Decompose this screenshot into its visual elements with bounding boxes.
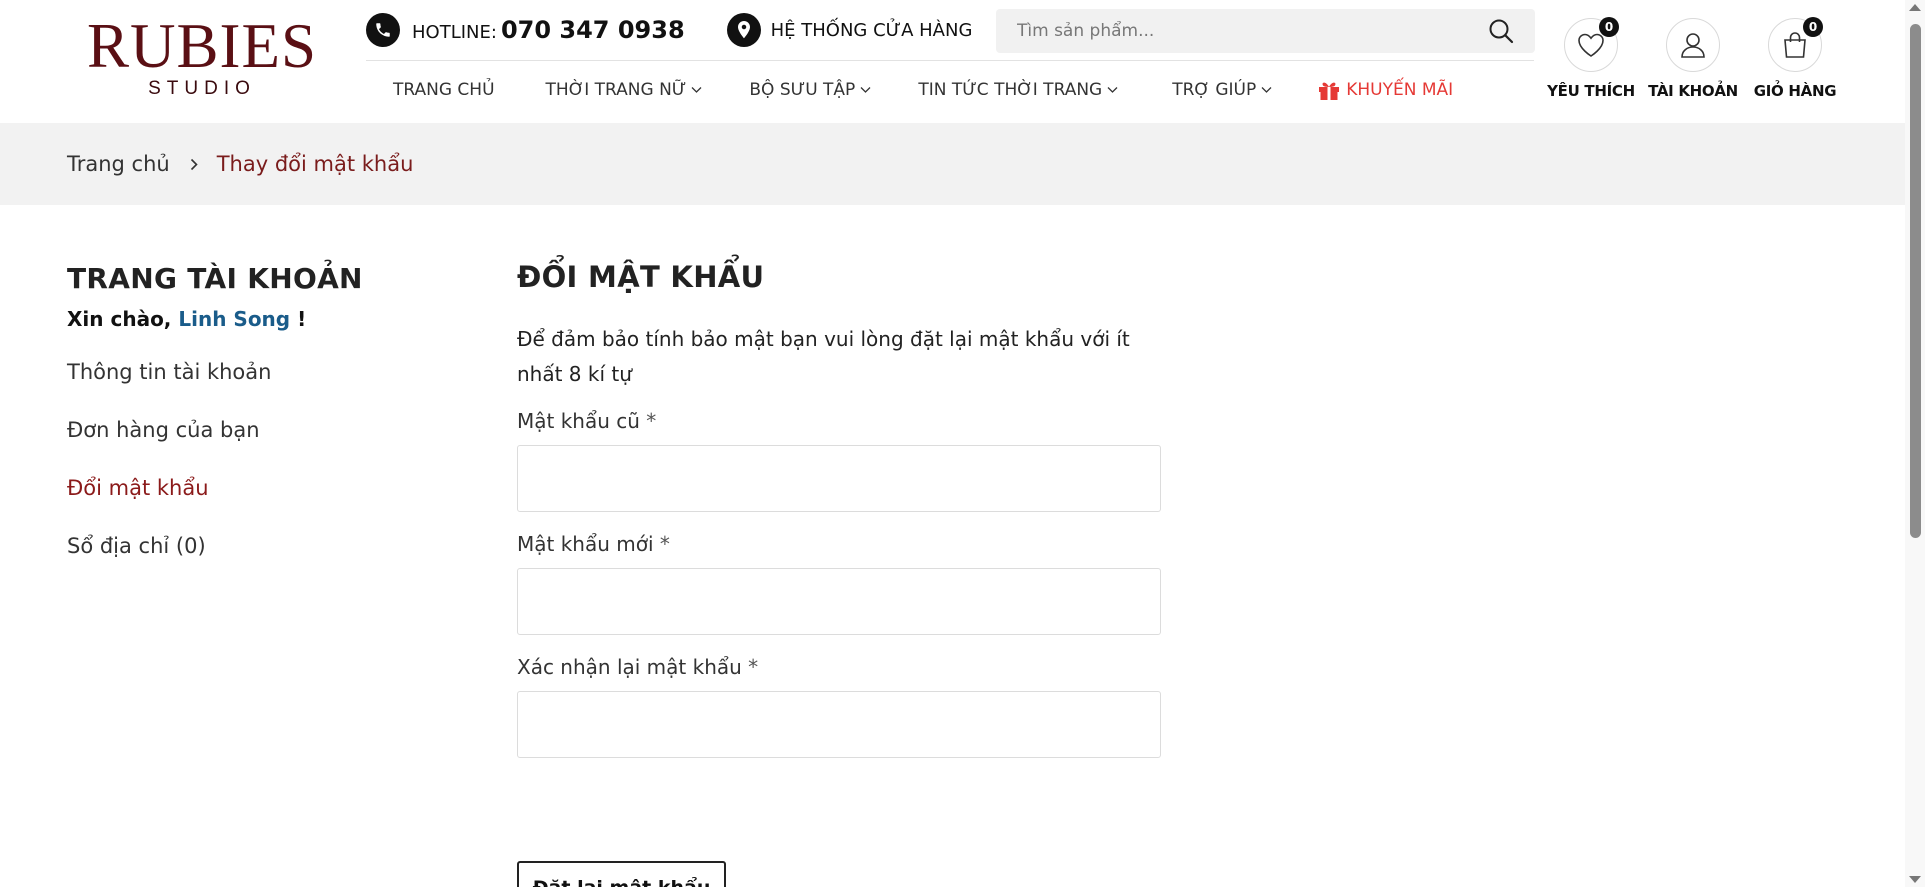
confirm-password-label: Xác nhận lại mật khẩu * xyxy=(517,655,1161,679)
brand-logo[interactable]: RUBIES STUDIO xyxy=(66,11,338,100)
phone-icon xyxy=(366,13,400,47)
old-password-field[interactable] xyxy=(517,445,1161,512)
user-name: Linh Song xyxy=(178,307,291,331)
search-box xyxy=(996,9,1535,53)
required-mark: * xyxy=(646,409,657,433)
account-shortcuts: 0 YÊU THÍCH TÀI KHOẢN 0 GIỎ HÀNG xyxy=(1540,17,1846,100)
breadcrumb-home-link[interactable]: Trang chủ xyxy=(67,152,170,176)
confirm-password-label-text: Xác nhận lại mật khẩu xyxy=(517,655,742,679)
page-title: ĐỔI MẬT KHẨU xyxy=(517,260,765,294)
account-label: TÀI KHOẢN xyxy=(1648,82,1738,100)
nav-item-fashion-news[interactable]: TIN TỨC THỜI TRANG xyxy=(918,80,1118,100)
cart-button[interactable]: 0 GIỎ HÀNG xyxy=(1744,17,1846,100)
wishlist-count-badge: 0 xyxy=(1599,17,1619,37)
topbar-divider xyxy=(366,60,1534,61)
account-sidebar: TRANG TÀI KHOẢN Xin chào, Linh Song ! Th… xyxy=(67,262,447,592)
main-nav: TRANG CHỦ THỜI TRANG NỮ BỘ SƯU TẬP TIN T… xyxy=(366,74,1453,106)
store-locator-link[interactable]: HỆ THỐNG CỬA HÀNG xyxy=(726,13,973,47)
account-circle xyxy=(1666,18,1720,72)
confirm-password-field[interactable] xyxy=(517,691,1161,758)
scroll-down-arrow-icon[interactable] xyxy=(1909,876,1921,883)
chevron-down-icon xyxy=(860,87,871,93)
sidebar-title: TRANG TÀI KHOẢN xyxy=(67,262,363,295)
field-spacer xyxy=(517,635,1161,655)
breadcrumb-current: Thay đổi mật khẩu xyxy=(216,152,414,176)
chevron-right-icon xyxy=(190,158,199,171)
logo-wordmark: RUBIES xyxy=(86,11,318,81)
greeting-suffix: ! xyxy=(297,307,307,331)
breadcrumb: Trang chủ Thay đổi mật khẩu xyxy=(0,123,1905,205)
nav-item-promotions[interactable]: KHUYẾN MÃI xyxy=(1317,79,1453,101)
greeting-prefix: Xin chào, xyxy=(67,307,172,331)
nav-item-label: BỘ SƯU TẬP xyxy=(749,80,856,100)
wishlist-button[interactable]: 0 YÊU THÍCH xyxy=(1540,17,1642,100)
sidebar-item-orders[interactable]: Đơn hàng của bạn xyxy=(67,418,447,476)
required-mark: * xyxy=(748,655,759,679)
cart-count-badge: 0 xyxy=(1803,17,1823,37)
hotline-number: 070 347 0938 xyxy=(500,16,685,44)
hotline-text: HOTLINE: 070 347 0938 xyxy=(412,16,685,44)
wishlist-label: YÊU THÍCH xyxy=(1547,82,1635,100)
chevron-down-icon xyxy=(1261,87,1272,93)
nav-item-label: TIN TỨC THỜI TRANG xyxy=(918,80,1103,100)
wishlist-circle: 0 xyxy=(1564,17,1619,72)
nav-item-collections[interactable]: BỘ SƯU TẬP xyxy=(749,80,871,100)
cart-circle: 0 xyxy=(1768,17,1823,72)
form-description: Để đảm bảo tính bảo mật bạn vui lòng đặt… xyxy=(517,327,1130,386)
logo-subtitle: STUDIO xyxy=(148,78,256,99)
sidebar-item-change-password[interactable]: Đổi mật khẩu xyxy=(67,476,447,534)
reset-password-button[interactable]: Đặt lại mật khẩu xyxy=(517,861,726,887)
nav-item-women-fashion[interactable]: THỜI TRANG NỮ xyxy=(546,80,703,100)
sidebar-item-account-info[interactable]: Thông tin tài khoản xyxy=(67,360,447,418)
page-scrollbar[interactable] xyxy=(1905,0,1925,887)
gift-icon xyxy=(1319,82,1340,100)
heart-icon xyxy=(1578,33,1604,57)
change-password-form: ĐỔI MẬT KHẨU Để đảm bảo tính bảo mật bạn… xyxy=(517,260,1161,887)
sidebar-item-address-book[interactable]: Sổ địa chỉ (0) xyxy=(67,534,447,592)
required-mark: * xyxy=(659,532,670,556)
nav-item-home[interactable]: TRANG CHỦ xyxy=(393,80,495,100)
site-header: RUBIES STUDIO HOTLINE: 070 347 0938 HỆ TH… xyxy=(0,0,1905,123)
cart-label: GIỎ HÀNG xyxy=(1753,82,1837,100)
scrollbar-thumb[interactable] xyxy=(1910,24,1921,538)
new-password-field[interactable] xyxy=(517,568,1161,635)
chevron-down-icon xyxy=(691,87,702,93)
old-password-label: Mật khẩu cũ * xyxy=(517,409,1161,433)
nav-promo-label: KHUYẾN MÃI xyxy=(1346,80,1454,100)
map-pin-icon xyxy=(726,13,761,47)
store-locator-label: HỆ THỐNG CỬA HÀNG xyxy=(770,19,973,41)
greeting: Xin chào, Linh Song ! xyxy=(67,307,447,331)
nav-item-help[interactable]: TRỢ GIÚP xyxy=(1172,80,1272,100)
hotline-label: HOTLINE: xyxy=(412,22,497,43)
nav-item-label: THỜI TRANG NỮ xyxy=(545,80,687,100)
sidebar-menu: Thông tin tài khoản Đơn hàng của bạn Đổi… xyxy=(67,360,447,592)
hotline[interactable]: HOTLINE: 070 347 0938 xyxy=(366,13,685,47)
field-spacer xyxy=(517,512,1161,532)
old-password-label-text: Mật khẩu cũ xyxy=(517,409,640,433)
new-password-label-text: Mật khẩu mới xyxy=(517,532,654,556)
search-input[interactable] xyxy=(996,9,1456,53)
nav-item-label: TRANG CHỦ xyxy=(393,80,495,100)
chevron-down-icon xyxy=(1107,87,1118,93)
user-icon xyxy=(1681,33,1705,58)
account-button[interactable]: TÀI KHOẢN xyxy=(1642,18,1744,100)
search-icon[interactable] xyxy=(1487,17,1515,45)
nav-item-label: TRỢ GIÚP xyxy=(1172,80,1257,100)
shopping-bag-icon xyxy=(1784,32,1806,58)
new-password-label: Mật khẩu mới * xyxy=(517,532,1161,556)
scroll-up-arrow-icon[interactable] xyxy=(1909,4,1921,11)
